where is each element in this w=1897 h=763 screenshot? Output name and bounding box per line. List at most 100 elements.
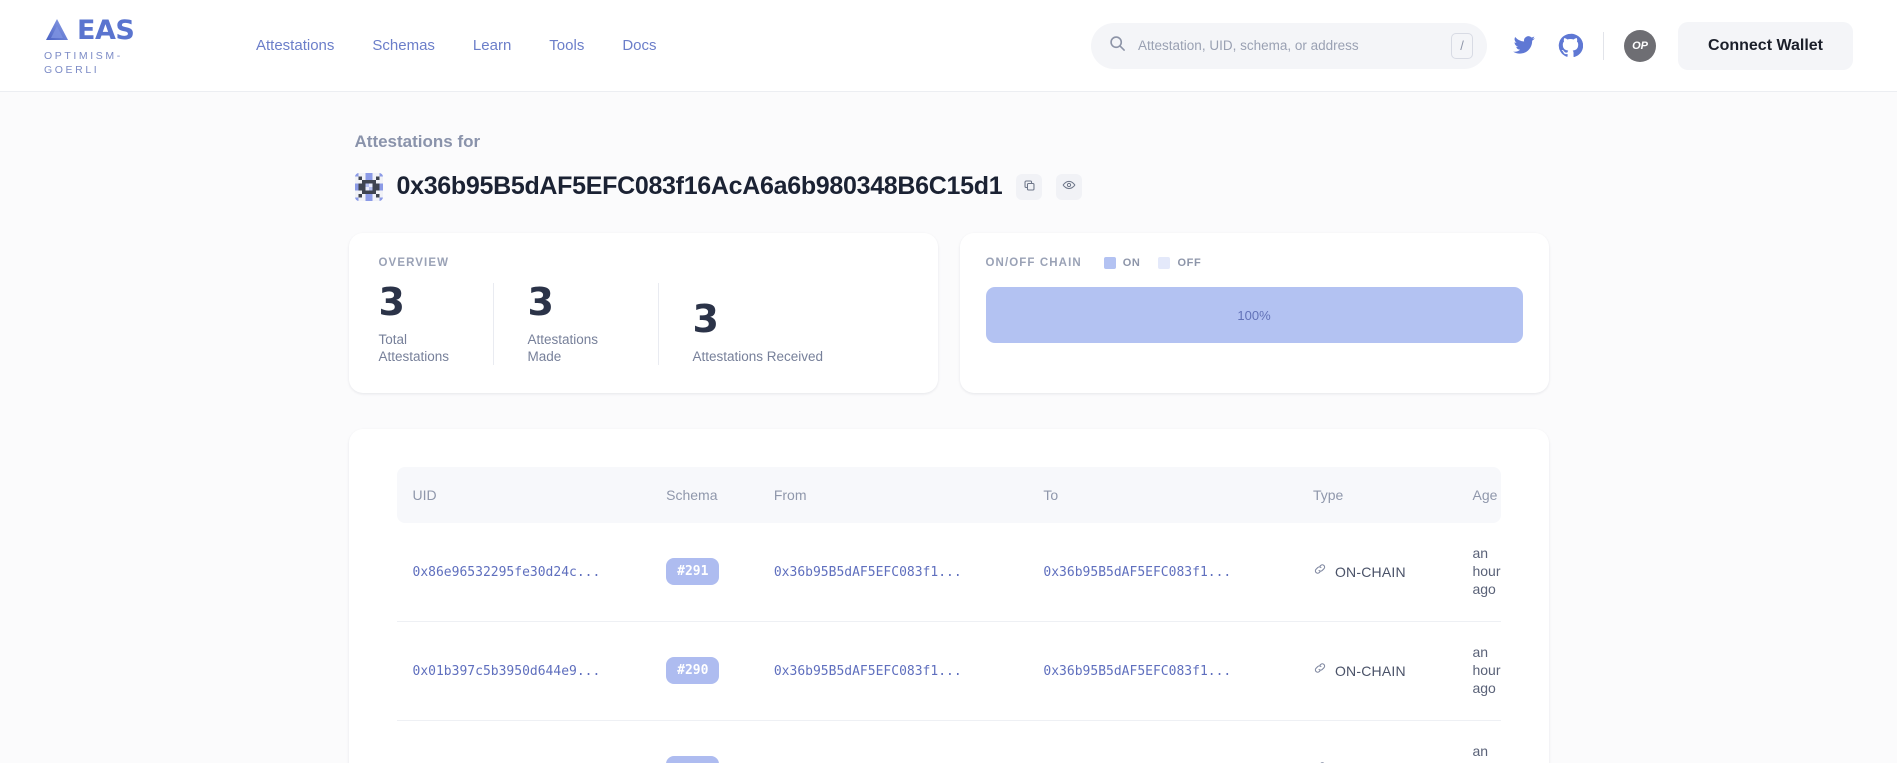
- cell-to: 0x36b95B5dAF5EFC083f1...: [1043, 522, 1313, 622]
- eye-icon: [1062, 178, 1076, 195]
- copy-icon: [1023, 179, 1036, 195]
- legend-swatch-off: [1158, 257, 1171, 269]
- uid-link[interactable]: 0x86e96532295fe30d24c...: [413, 565, 601, 580]
- column-header-from[interactable]: From: [774, 467, 1044, 523]
- chain-distribution-bar: 100%: [985, 287, 1523, 343]
- type-label: ON-CHAIN: [1334, 563, 1406, 580]
- column-header-age[interactable]: Age: [1472, 467, 1500, 523]
- header-actions: / OP Connect Wallet: [1091, 21, 1853, 70]
- schema-badge[interactable]: #291: [666, 558, 720, 586]
- twitter-icon[interactable]: [1511, 33, 1536, 58]
- address-row: 0x36b95B5dAF5EFC083f16AcA6a6b980348B6C15…: [354, 172, 1549, 201]
- schema-badge[interactable]: #290: [666, 657, 720, 685]
- legend-swatch-on: [1103, 257, 1116, 269]
- main-nav: Attestations Schemas Learn Tools Docs: [256, 37, 657, 54]
- nav-schemas[interactable]: Schemas: [372, 37, 435, 54]
- social-links: [1511, 33, 1584, 58]
- cell-age: an hour ago: [1472, 522, 1501, 622]
- onoff-chain-card: ON/OFF CHAIN ON OFF 100%: [959, 233, 1549, 393]
- schema-badge[interactable]: #290: [666, 756, 720, 763]
- page-body: Attestations for 0x36b95B5dAF5EFC083f16A…: [0, 92, 1897, 763]
- nav-learn[interactable]: Learn: [473, 37, 511, 54]
- cell-from: 0x36b95B5dAF5EFC083f1...: [773, 522, 1044, 622]
- cell-type: ON-CHAIN: [1312, 522, 1473, 622]
- type-wrapper: ON-CHAIN: [1313, 661, 1473, 680]
- nav-tools[interactable]: Tools: [549, 37, 584, 54]
- table-head: UID Schema From To Type Age: [396, 466, 1501, 523]
- uid-link[interactable]: 0x01b397c5b3950d644e9...: [413, 664, 601, 679]
- chain-bar-on-segment: 100%: [985, 287, 1523, 343]
- cell-uid: 0xee6f15c54f2c08a04a7...: [396, 720, 667, 763]
- app-header: EAS OPTIMISM-GOERLI Attestations Schemas…: [0, 0, 1897, 92]
- table-row[interactable]: 0x01b397c5b3950d644e9... #290 0x36b95B5d…: [396, 621, 1501, 721]
- cell-to: 0x36b95B5dAF5EFC083f1...: [1043, 720, 1313, 763]
- stat-label: Attestations Received: [692, 348, 824, 364]
- brand-network: OPTIMISM-GOERLI: [44, 49, 123, 76]
- stat-value: 3: [692, 297, 719, 341]
- overview-card: OVERVIEW 3 Total Attestations 3 Attestat…: [348, 233, 938, 393]
- cell-to: 0x36b95B5dAF5EFC083f1...: [1043, 621, 1313, 721]
- content-wrap: Attestations for 0x36b95B5dAF5EFC083f16A…: [348, 132, 1549, 763]
- column-header-schema[interactable]: Schema: [666, 467, 774, 523]
- type-wrapper: ON-CHAIN: [1313, 562, 1473, 581]
- brand-name: EAS: [77, 14, 135, 46]
- attestations-table-card: UID Schema From To Type Age 0x86e9653229…: [348, 428, 1549, 763]
- from-address-link[interactable]: 0x36b95B5dAF5EFC083f1...: [774, 664, 962, 679]
- cell-schema: #290: [666, 720, 774, 763]
- search-icon: [1109, 35, 1126, 57]
- column-header-type[interactable]: Type: [1313, 467, 1473, 523]
- age-label: an hour ago: [1472, 643, 1501, 696]
- cell-schema: #291: [666, 522, 774, 622]
- to-address-link[interactable]: 0x36b95B5dAF5EFC083f1...: [1043, 664, 1231, 679]
- search-shortcut-key: /: [1451, 32, 1474, 59]
- watch-address-button[interactable]: [1056, 173, 1083, 200]
- github-icon[interactable]: [1558, 33, 1584, 58]
- table-row[interactable]: 0xee6f15c54f2c08a04a7... #290 0x36b95B5d…: [396, 720, 1501, 763]
- cell-schema: #290: [666, 621, 774, 721]
- attestations-table: UID Schema From To Type Age 0x86e9653229…: [396, 466, 1501, 763]
- age-label: an hour ago: [1472, 544, 1501, 597]
- cell-type: ON-CHAIN: [1312, 621, 1473, 721]
- stat-label: Attestations Made: [527, 331, 599, 364]
- link-icon: [1313, 562, 1327, 581]
- identicon-avatar: [354, 172, 383, 201]
- search-input[interactable]: [1138, 38, 1440, 53]
- table-row[interactable]: 0x86e96532295fe30d24c... #291 0x36b95B5d…: [396, 522, 1501, 622]
- table-header-row: UID Schema From To Type Age: [396, 466, 1501, 523]
- stat-value: 3: [527, 280, 554, 324]
- copy-address-button[interactable]: [1016, 173, 1043, 200]
- wallet-address: 0x36b95B5dAF5EFC083f16AcA6a6b980348B6C15…: [396, 172, 1003, 200]
- page-eyebrow: Attestations for: [354, 132, 481, 151]
- chain-legend: ON OFF: [1103, 257, 1202, 269]
- from-address-link[interactable]: 0x36b95B5dAF5EFC083f1...: [774, 565, 962, 580]
- eas-triangle-logo-icon: [44, 17, 70, 43]
- type-label: ON-CHAIN: [1334, 662, 1406, 679]
- cell-uid: 0x01b397c5b3950d644e9...: [396, 621, 667, 721]
- stat-total-attestations: 3 Total Attestations: [379, 282, 493, 365]
- column-header-uid[interactable]: UID: [397, 467, 667, 523]
- table-body: 0x86e96532295fe30d24c... #291 0x36b95B5d…: [396, 522, 1501, 763]
- to-address-link[interactable]: 0x36b95B5dAF5EFC083f1...: [1043, 565, 1231, 580]
- legend-label-on: ON: [1122, 257, 1141, 269]
- column-header-to[interactable]: To: [1043, 467, 1313, 523]
- legend-off: OFF: [1158, 257, 1201, 269]
- legend-label-off: OFF: [1177, 257, 1202, 269]
- header-divider: [1603, 31, 1605, 60]
- age-label: an hour ago: [1472, 742, 1500, 763]
- network-badge[interactable]: OP: [1624, 29, 1657, 62]
- nav-docs[interactable]: Docs: [622, 37, 656, 54]
- nav-attestations[interactable]: Attestations: [256, 37, 334, 54]
- connect-wallet-button[interactable]: Connect Wallet: [1678, 21, 1853, 70]
- legend-on: ON: [1103, 257, 1141, 269]
- brand-logo[interactable]: EAS OPTIMISM-GOERLI: [44, 15, 176, 77]
- overview-stats: 3 Total Attestations 3 Attestations Made…: [379, 280, 908, 365]
- cell-from: 0x36b95B5dAF5EFC083f1...: [773, 720, 1044, 763]
- cell-age: an hour ago: [1472, 621, 1501, 721]
- overview-card-label: OVERVIEW: [378, 257, 450, 269]
- brand-top: EAS: [44, 15, 176, 46]
- stat-attestations-received: 3 Attestations Received: [657, 283, 858, 365]
- summary-cards: OVERVIEW 3 Total Attestations 3 Attestat…: [348, 233, 1549, 393]
- cell-uid: 0x86e96532295fe30d24c...: [396, 522, 667, 622]
- search-box[interactable]: /: [1091, 22, 1488, 69]
- cell-from: 0x36b95B5dAF5EFC083f1...: [773, 621, 1044, 721]
